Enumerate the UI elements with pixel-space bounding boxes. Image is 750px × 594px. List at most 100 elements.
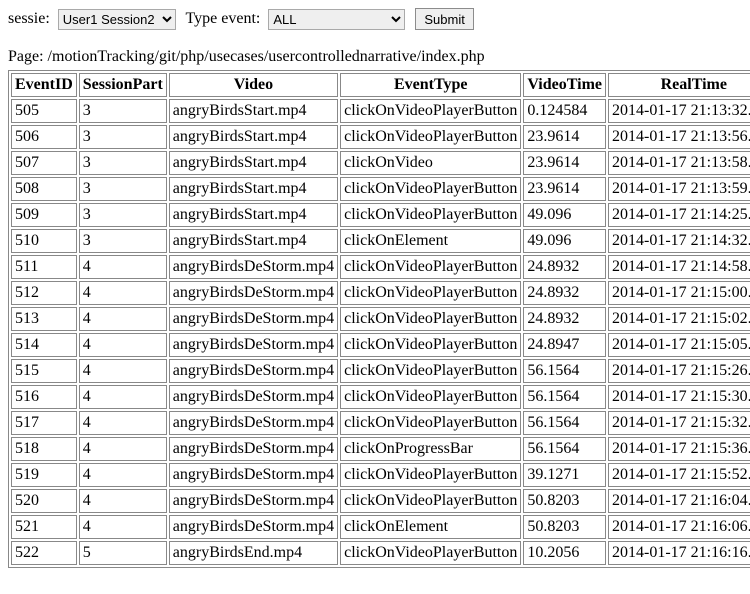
table-cell: 4 xyxy=(79,359,167,383)
table-cell: 56.1564 xyxy=(523,359,606,383)
table-cell: 56.1564 xyxy=(523,437,606,461)
table-cell: 509 xyxy=(11,203,77,227)
table-cell: 3 xyxy=(79,125,167,149)
table-header-cell: Video xyxy=(169,73,338,97)
table-cell: 2014-01-17 21:13:59.957 xyxy=(608,177,750,201)
type-event-select[interactable]: ALL xyxy=(268,9,405,30)
table-header-cell: EventID xyxy=(11,73,77,97)
table-cell: 3 xyxy=(79,229,167,253)
table-cell: angryBirdsDeStorm.mp4 xyxy=(169,463,338,487)
table-cell: 4 xyxy=(79,489,167,513)
table-row: 5053angryBirdsStart.mp4clickOnVideoPlaye… xyxy=(11,99,750,123)
table-cell: 508 xyxy=(11,177,77,201)
table-cell: clickOnVideo xyxy=(340,151,521,175)
table-cell: angryBirdsDeStorm.mp4 xyxy=(169,489,338,513)
table-cell: clickOnVideoPlayerButton xyxy=(340,385,521,409)
filter-controls: sessie: User1 Session2 Type event: ALL S… xyxy=(8,8,742,30)
table-cell: 3 xyxy=(79,151,167,175)
table-row: 5073angryBirdsStart.mp4clickOnVideo23.96… xyxy=(11,151,750,175)
sessie-label: sessie: xyxy=(8,10,50,27)
table-cell: 2014-01-17 21:15:05.701 xyxy=(608,333,750,357)
table-cell: clickOnVideoPlayerButton xyxy=(340,463,521,487)
table-cell: 2014-01-17 21:15:32.745 xyxy=(608,411,750,435)
table-cell: angryBirdsDeStorm.mp4 xyxy=(169,515,338,539)
table-row: 5194angryBirdsDeStorm.mp4clickOnVideoPla… xyxy=(11,463,750,487)
table-cell: 2014-01-17 21:13:56.532 xyxy=(608,125,750,149)
table-cell: clickOnVideoPlayerButton xyxy=(340,255,521,279)
table-cell: 2014-01-17 21:14:32.716 xyxy=(608,229,750,253)
table-cell: 510 xyxy=(11,229,77,253)
table-cell: 24.8932 xyxy=(523,255,606,279)
table-header-cell: VideoTime xyxy=(523,73,606,97)
table-cell: clickOnVideoPlayerButton xyxy=(340,307,521,331)
table-cell: 4 xyxy=(79,281,167,305)
table-cell: 2014-01-17 21:16:16.664 xyxy=(608,541,750,565)
table-row: 5093angryBirdsStart.mp4clickOnVideoPlaye… xyxy=(11,203,750,227)
table-cell: clickOnVideoPlayerButton xyxy=(340,411,521,435)
table-cell: 4 xyxy=(79,307,167,331)
table-cell: 3 xyxy=(79,99,167,123)
table-cell: 515 xyxy=(11,359,77,383)
table-cell: 50.8203 xyxy=(523,515,606,539)
table-cell: angryBirdsStart.mp4 xyxy=(169,229,338,253)
table-cell: 2014-01-17 21:15:36.167 xyxy=(608,437,750,461)
table-row: 5124angryBirdsDeStorm.mp4clickOnVideoPla… xyxy=(11,281,750,305)
table-cell: clickOnVideoPlayerButton xyxy=(340,359,521,383)
table-cell: 24.8947 xyxy=(523,333,606,357)
table-row: 5114angryBirdsDeStorm.mp4clickOnVideoPla… xyxy=(11,255,750,279)
table-cell: 506 xyxy=(11,125,77,149)
sessie-select[interactable]: User1 Session2 xyxy=(58,9,176,30)
table-row: 5174angryBirdsDeStorm.mp4clickOnVideoPla… xyxy=(11,411,750,435)
table-cell: 49.096 xyxy=(523,229,606,253)
table-cell: 519 xyxy=(11,463,77,487)
table-cell: 4 xyxy=(79,411,167,435)
table-cell: 50.8203 xyxy=(523,489,606,513)
submit-button[interactable]: Submit xyxy=(415,8,473,30)
table-cell: 3 xyxy=(79,177,167,201)
table-cell: 518 xyxy=(11,437,77,461)
table-cell: 56.1564 xyxy=(523,385,606,409)
events-table: EventIDSessionPartVideoEventTypeVideoTim… xyxy=(8,70,750,568)
table-cell: clickOnVideoPlayerButton xyxy=(340,333,521,357)
table-cell: 513 xyxy=(11,307,77,331)
table-cell: 49.096 xyxy=(523,203,606,227)
table-cell: 2014-01-17 21:16:04.107 xyxy=(608,489,750,513)
table-cell: angryBirdsStart.mp4 xyxy=(169,151,338,175)
page-path-label: Page: /motionTracking/git/php/usecases/u… xyxy=(8,48,742,66)
table-cell: 2014-01-17 21:14:58.15 xyxy=(608,255,750,279)
table-cell: 516 xyxy=(11,385,77,409)
table-cell: 23.9614 xyxy=(523,125,606,149)
table-row: 5103angryBirdsStart.mp4clickOnElement49.… xyxy=(11,229,750,253)
table-row: 5214angryBirdsDeStorm.mp4clickOnElement5… xyxy=(11,515,750,539)
table-cell: 39.1271 xyxy=(523,463,606,487)
table-row: 5164angryBirdsDeStorm.mp4clickOnVideoPla… xyxy=(11,385,750,409)
table-cell: 2014-01-17 21:15:52.333 xyxy=(608,463,750,487)
table-cell: 10.2056 xyxy=(523,541,606,565)
table-cell: angryBirdsDeStorm.mp4 xyxy=(169,359,338,383)
table-cell: angryBirdsDeStorm.mp4 xyxy=(169,437,338,461)
table-cell: clickOnVideoPlayerButton xyxy=(340,281,521,305)
table-cell: 3 xyxy=(79,203,167,227)
table-header-cell: SessionPart xyxy=(79,73,167,97)
table-cell: 2014-01-17 21:15:30.182 xyxy=(608,385,750,409)
table-cell: 23.9614 xyxy=(523,151,606,175)
table-cell: angryBirdsDeStorm.mp4 xyxy=(169,385,338,409)
table-cell: 505 xyxy=(11,99,77,123)
table-cell: clickOnVideoPlayerButton xyxy=(340,203,521,227)
table-cell: 4 xyxy=(79,437,167,461)
table-cell: 511 xyxy=(11,255,77,279)
table-cell: angryBirdsStart.mp4 xyxy=(169,203,338,227)
table-cell: 512 xyxy=(11,281,77,305)
table-row: 5063angryBirdsStart.mp4clickOnVideoPlaye… xyxy=(11,125,750,149)
table-cell: 520 xyxy=(11,489,77,513)
table-row: 5225angryBirdsEnd.mp4clickOnVideoPlayerB… xyxy=(11,541,750,565)
table-cell: 2014-01-17 21:14:25.82 xyxy=(608,203,750,227)
table-cell: 517 xyxy=(11,411,77,435)
table-cell: 56.1564 xyxy=(523,411,606,435)
table-cell: angryBirdsStart.mp4 xyxy=(169,125,338,149)
table-cell: clickOnElement xyxy=(340,229,521,253)
table-cell: 24.8932 xyxy=(523,307,606,331)
table-cell: 4 xyxy=(79,463,167,487)
table-cell: clickOnVideoPlayerButton xyxy=(340,489,521,513)
table-cell: 2014-01-17 21:15:02.434 xyxy=(608,307,750,331)
